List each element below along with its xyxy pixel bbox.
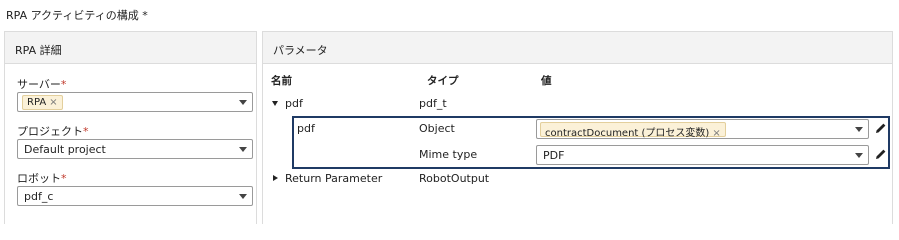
column-type: タイプ — [427, 75, 459, 87]
param-type: Object — [419, 122, 455, 135]
column-value: 値 — [541, 75, 552, 87]
robot-value: pdf_c — [24, 190, 54, 203]
mime-type-select[interactable]: PDF — [536, 145, 869, 165]
server-label: サーバー* — [17, 78, 67, 91]
project-label: プロジェクト* — [17, 125, 89, 138]
chevron-down-icon[interactable] — [855, 153, 863, 158]
column-name: 名前 — [271, 75, 292, 87]
pencil-icon[interactable] — [875, 148, 887, 160]
section-title: RPA アクティビティの構成 * — [6, 9, 148, 22]
parameters-panel: パラメータ 名前 タイプ 値 pdf pdf_t pdf Object cont… — [262, 31, 893, 224]
param-name: Return Parameter — [285, 172, 383, 185]
expand-toggle-icon[interactable] — [273, 175, 278, 181]
project-value: Default project — [24, 143, 106, 156]
expand-toggle-icon[interactable] — [272, 101, 278, 106]
param-name: pdf — [297, 122, 315, 135]
parameters-header: パラメータ — [263, 32, 892, 64]
project-select[interactable]: Default project — [17, 139, 253, 159]
robot-label: ロボット* — [17, 172, 67, 185]
param-type: Mime type — [419, 148, 478, 161]
chevron-down-icon[interactable] — [239, 147, 247, 152]
object-value-select[interactable]: contractDocument (プロセス変数) × — [536, 119, 869, 139]
chevron-down-icon[interactable] — [239, 194, 247, 199]
rpa-details-header: RPA 詳細 — [5, 32, 256, 64]
server-select[interactable]: RPA × — [17, 92, 253, 112]
server-chip: RPA × — [22, 95, 63, 110]
chevron-down-icon[interactable] — [239, 100, 247, 105]
mime-type-value: PDF — [543, 149, 565, 162]
chip-remove-icon[interactable]: × — [49, 97, 57, 108]
param-type: RobotOutput — [419, 172, 490, 185]
param-name: pdf — [285, 97, 303, 110]
pencil-icon[interactable] — [875, 122, 887, 134]
chip-remove-icon[interactable]: × — [712, 128, 720, 139]
robot-select[interactable]: pdf_c — [17, 186, 253, 206]
rpa-details-panel: RPA 詳細 サーバー* RPA × プロジェクト* Default projec… — [4, 31, 257, 224]
chevron-down-icon[interactable] — [855, 127, 863, 132]
process-variable-chip: contractDocument (プロセス変数) × — [540, 122, 726, 139]
param-type: pdf_t — [419, 97, 447, 110]
